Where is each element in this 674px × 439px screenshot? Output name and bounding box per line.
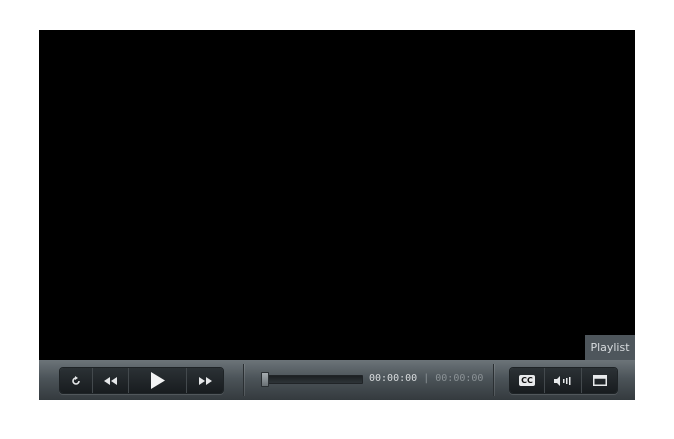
replay-button[interactable] (60, 368, 93, 393)
duration: 00:00:00 (435, 373, 484, 384)
volume-button[interactable] (545, 368, 582, 393)
captions-button[interactable]: CC (510, 368, 545, 393)
replay-icon (72, 375, 80, 385)
video-player: Playlist 00:00:00 | 00:00:00 CC (39, 30, 635, 400)
fast-forward-icon (199, 376, 212, 385)
video-area[interactable] (39, 30, 635, 360)
transport-controls (59, 367, 224, 394)
seek-bar[interactable] (261, 375, 363, 384)
time-display: 00:00:00 | 00:00:00 (369, 373, 483, 384)
control-bar: 00:00:00 | 00:00:00 CC (39, 360, 635, 400)
fullscreen-icon (592, 375, 607, 386)
divider (243, 364, 244, 396)
playlist-label: Playlist (590, 341, 630, 354)
playlist-tab[interactable]: Playlist (585, 335, 635, 360)
seek-handle[interactable] (261, 372, 269, 387)
rewind-button[interactable] (93, 368, 129, 393)
current-time: 00:00:00 (369, 373, 418, 384)
rewind-icon (103, 376, 117, 385)
media-options: CC (509, 367, 618, 394)
closed-captions-icon: CC (519, 375, 535, 386)
fullscreen-button[interactable] (582, 368, 617, 393)
play-button[interactable] (129, 368, 187, 393)
play-icon (150, 372, 165, 389)
volume-icon (554, 375, 571, 386)
divider (493, 364, 494, 396)
time-separator: | (423, 373, 430, 384)
fast-forward-button[interactable] (187, 368, 223, 393)
